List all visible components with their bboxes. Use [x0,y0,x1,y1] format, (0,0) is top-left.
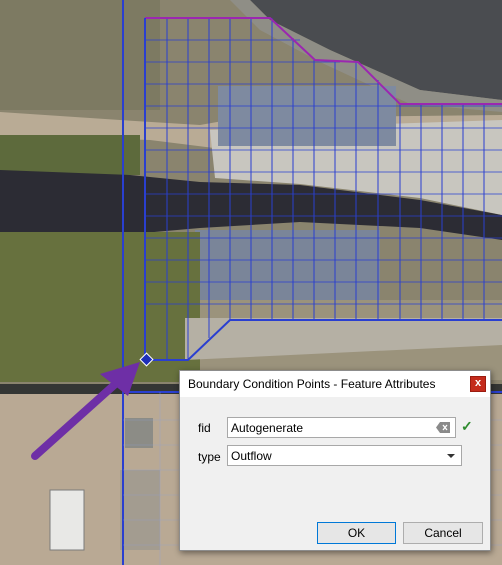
ok-button[interactable]: OK [317,522,396,544]
clear-text-icon[interactable] [436,422,450,433]
type-label: type [198,450,221,464]
feature-attributes-dialog: Boundary Condition Points - Feature Attr… [179,370,491,551]
fid-value: Autogenerate [231,421,304,435]
type-value: Outflow [231,449,272,463]
fid-field[interactable]: Autogenerate [227,417,456,438]
cancel-button[interactable]: Cancel [403,522,483,544]
chevron-down-icon[interactable] [447,454,455,458]
fid-label: fid [198,421,211,435]
dialog-title: Boundary Condition Points - Feature Attr… [188,377,436,391]
valid-check-icon: ✓ [461,418,473,434]
close-icon[interactable]: x [470,376,486,392]
type-select[interactable]: Outflow [227,445,462,466]
dialog-titlebar[interactable]: Boundary Condition Points - Feature Attr… [180,371,490,397]
